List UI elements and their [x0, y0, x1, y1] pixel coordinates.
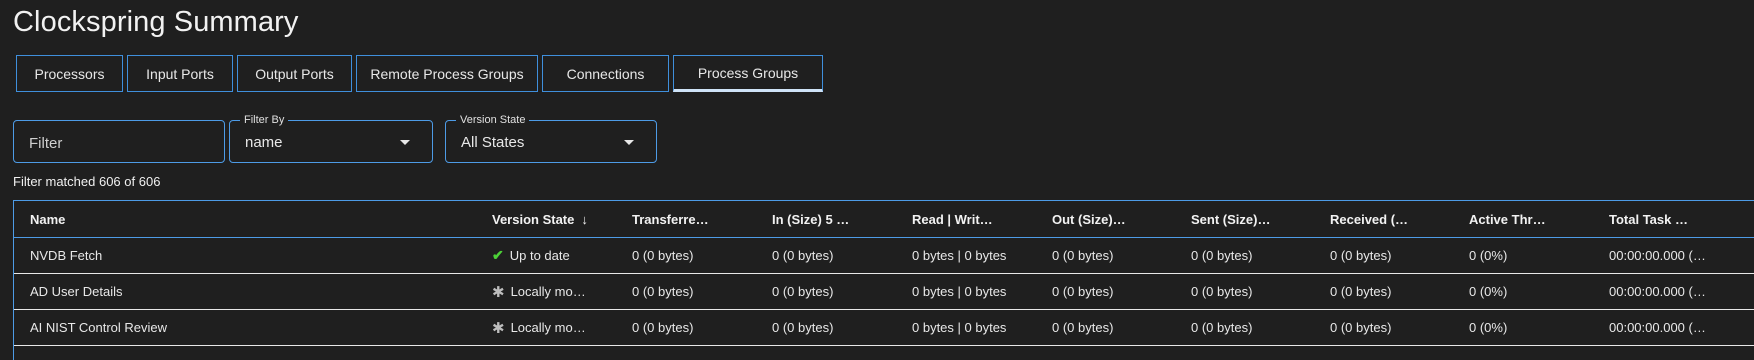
column-header-transferred[interactable]: Transferre…	[632, 201, 709, 237]
column-header-received[interactable]: Received (…	[1330, 201, 1408, 237]
chevron-down-icon	[400, 140, 410, 145]
tab-remote-process-groups[interactable]: Remote Process Groups	[356, 55, 538, 92]
row-sent: 0 (0 bytes)	[1191, 320, 1253, 335]
row-received: 0 (0 bytes)	[1330, 248, 1392, 263]
row-name: NVDB Fetch	[30, 248, 103, 263]
column-header-total-task[interactable]: Total Task …	[1609, 201, 1688, 237]
row-sent: 0 (0 bytes)	[1191, 284, 1253, 299]
column-header-label: Sent (Size)…	[1191, 211, 1271, 227]
chevron-down-icon	[624, 140, 634, 145]
row-transferred: 0 (0 bytes)	[632, 320, 694, 335]
column-header-name[interactable]: Name	[30, 201, 65, 237]
filter-input[interactable]: Filter	[13, 120, 225, 163]
row-read-write: 0 bytes | 0 bytes	[912, 284, 1007, 299]
check-icon: ✔	[492, 247, 504, 263]
table-row[interactable]: AI NIST Control Review ✱ Locally mo… 0 (0…	[14, 310, 1754, 346]
row-active-threads: 0 (0%)	[1469, 248, 1508, 263]
column-header-in[interactable]: In (Size) 5 …	[772, 201, 849, 237]
page-title: Clockspring Summary	[13, 6, 299, 38]
column-header-out[interactable]: Out (Size)…	[1052, 201, 1126, 237]
column-header-read-write[interactable]: Read | Writ…	[912, 201, 993, 237]
row-read-write: 0 bytes | 0 bytes	[912, 248, 1007, 263]
row-received: 0 (0 bytes)	[1330, 320, 1392, 335]
row-total-task: 00:00:00.000 (…	[1609, 284, 1706, 299]
version-state-select[interactable]: Version State All States	[445, 113, 657, 163]
arrow-down-icon: ↓	[581, 211, 588, 227]
row-in: 0 (0 bytes)	[772, 284, 834, 299]
filter-by-label: Filter By	[240, 113, 289, 127]
row-transferred: 0 (0 bytes)	[632, 248, 694, 263]
row-read-write: 0 bytes | 0 bytes	[912, 320, 1007, 335]
row-in: 0 (0 bytes)	[772, 320, 834, 335]
row-name: AD User Details	[30, 284, 123, 299]
filter-by-select[interactable]: Filter By name	[229, 113, 433, 163]
asterisk-icon: ✱	[492, 319, 505, 337]
row-transferred: 0 (0 bytes)	[632, 284, 694, 299]
filter-placeholder: Filter	[29, 135, 63, 152]
row-out: 0 (0 bytes)	[1052, 284, 1114, 299]
tab-input-ports[interactable]: Input Ports	[127, 55, 233, 92]
column-header-label: Active Thr…	[1469, 211, 1546, 227]
tab-output-ports[interactable]: Output Ports	[237, 55, 352, 92]
process-groups-table: Name Version State ↓ Transferre… In (Size…	[13, 200, 1754, 360]
filter-matched-text: Filter matched 606 of 606	[13, 174, 161, 189]
column-header-label: Transferre…	[632, 211, 709, 227]
table-row[interactable]: AD User Details ✱ Locally mo… 0 (0 bytes)…	[14, 274, 1754, 310]
row-total-task: 00:00:00.000 (…	[1609, 248, 1706, 263]
filter-by-value: name	[245, 134, 283, 151]
row-name: AI NIST Control Review	[30, 320, 168, 335]
row-active-threads: 0 (0%)	[1469, 320, 1508, 335]
row-active-threads: 0 (0%)	[1469, 284, 1508, 299]
row-version-state: ✱ Locally mo…	[492, 310, 586, 345]
column-header-label: Total Task …	[1609, 211, 1688, 227]
version-state-value: All States	[461, 134, 525, 151]
column-header-active-threads[interactable]: Active Thr…	[1469, 201, 1546, 237]
tab-process-groups[interactable]: Process Groups	[673, 55, 823, 92]
column-header-sent[interactable]: Sent (Size)…	[1191, 201, 1270, 237]
row-in: 0 (0 bytes)	[772, 248, 834, 263]
row-version-state: ✔ Up to date	[492, 238, 570, 273]
tab-connections[interactable]: Connections	[542, 55, 669, 92]
row-received: 0 (0 bytes)	[1330, 284, 1392, 299]
row-out: 0 (0 bytes)	[1052, 248, 1114, 263]
column-header-version-state[interactable]: Version State ↓	[492, 201, 588, 237]
column-header-label: Name	[30, 211, 66, 227]
version-state-text: Locally mo…	[510, 284, 586, 299]
column-header-label: In (Size) 5 …	[772, 211, 850, 227]
tab-processors[interactable]: Processors	[16, 55, 123, 92]
row-total-task: 00:00:00.000 (…	[1609, 320, 1706, 335]
asterisk-icon: ✱	[492, 283, 505, 301]
table-scrollbar[interactable]	[1746, 201, 1754, 360]
column-header-label: Received (…	[1330, 211, 1409, 227]
row-sent: 0 (0 bytes)	[1191, 248, 1253, 263]
table-row[interactable]: NVDB Fetch ✔ Up to date 0 (0 bytes) 0 (0 …	[14, 238, 1754, 274]
column-header-label: Version State	[492, 211, 575, 227]
version-state-text: Locally mo…	[510, 320, 586, 335]
summary-tabs: Processors Input Ports Output Ports Remo…	[16, 55, 823, 92]
column-header-label: Read | Writ…	[912, 211, 993, 227]
row-version-state: ✱ Locally mo…	[492, 274, 586, 309]
table-header-row: Name Version State ↓ Transferre… In (Size…	[14, 201, 1754, 238]
column-header-label: Out (Size)…	[1052, 211, 1126, 227]
row-out: 0 (0 bytes)	[1052, 320, 1114, 335]
version-state-text: Up to date	[509, 248, 570, 263]
version-state-label: Version State	[456, 113, 530, 127]
